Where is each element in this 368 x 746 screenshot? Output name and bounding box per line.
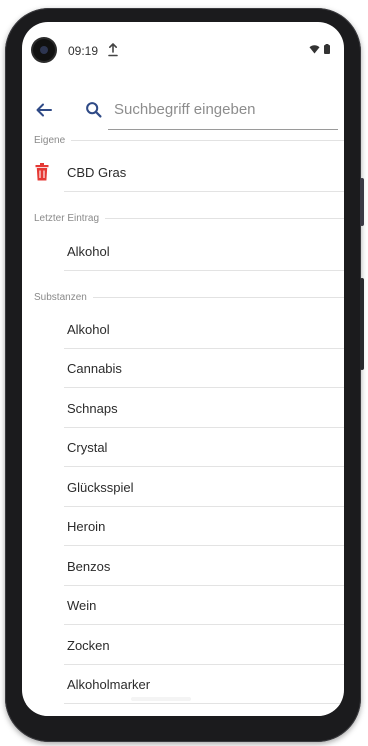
list-item-own-0[interactable]: CBD Gras <box>22 152 344 192</box>
status-time: 09:19 <box>68 44 99 58</box>
trash-icon[interactable] <box>35 163 49 181</box>
list-item-last-0[interactable]: Alkohol <box>22 231 344 271</box>
row-divider <box>64 270 344 271</box>
search-icon <box>86 102 102 118</box>
list-item-label: Alkoholmarker <box>67 676 151 692</box>
list-item-label: Glücksspiel <box>67 479 134 495</box>
search-input[interactable] <box>108 90 338 130</box>
list-item-label: CBD Gras <box>67 164 127 180</box>
home-indicator[interactable] <box>131 697 191 701</box>
side-button-top <box>360 178 364 226</box>
list-item-label: Crystal <box>67 439 108 455</box>
list-item-substance-4[interactable]: Glücksspiel <box>22 467 344 507</box>
list-item-label: Heroin <box>67 518 106 534</box>
list-item-substance-7[interactable]: Wein <box>22 585 344 625</box>
list-item-substance-2[interactable]: Schnaps <box>22 388 344 428</box>
battery-icon <box>324 44 330 54</box>
screen: 09:19 Eigene <box>22 22 344 716</box>
list-item-substance-1[interactable]: Cannabis <box>22 348 344 388</box>
section-header-last: Letzter Eintrag <box>34 211 344 225</box>
list-item-label: Benzos <box>67 558 111 574</box>
side-button-bottom <box>360 278 364 370</box>
list-item-label: Schnaps <box>67 400 118 416</box>
arrow-back-icon[interactable] <box>32 98 56 122</box>
section-header-substances: Substanzen <box>34 290 344 304</box>
section-divider <box>71 139 344 141</box>
section-divider <box>92 296 344 298</box>
list-item-substance-6[interactable]: Benzos <box>22 546 344 586</box>
section-title-substances: Substanzen <box>34 291 87 303</box>
section-title-own: Eigene <box>34 134 66 146</box>
front-camera <box>33 39 55 61</box>
list-item-substance-3[interactable]: Crystal <box>22 427 344 467</box>
list-item-label: Zocken <box>67 637 110 653</box>
list-item-substance-0[interactable]: Alkohol <box>22 309 344 349</box>
system-icons <box>309 44 330 54</box>
list-item-label: Alkohol <box>67 321 110 337</box>
list-item-substance-8[interactable]: Zocken <box>22 625 344 665</box>
list-item-label: Cannabis <box>67 360 122 376</box>
upload-icon <box>108 43 118 57</box>
section-divider <box>105 217 344 219</box>
list-item-label: Alkohol <box>67 243 110 259</box>
list-item-substance-5[interactable]: Heroin <box>22 506 344 546</box>
bottom-edge <box>22 704 344 716</box>
status-bar: 09:19 <box>22 22 344 78</box>
wifi-icon <box>309 45 320 54</box>
section-header-own: Eigene <box>34 133 344 147</box>
row-divider <box>64 191 344 192</box>
list-item-label: Wein <box>67 597 97 613</box>
search-bar <box>22 78 344 134</box>
section-title-last: Letzter Eintrag <box>34 212 100 224</box>
